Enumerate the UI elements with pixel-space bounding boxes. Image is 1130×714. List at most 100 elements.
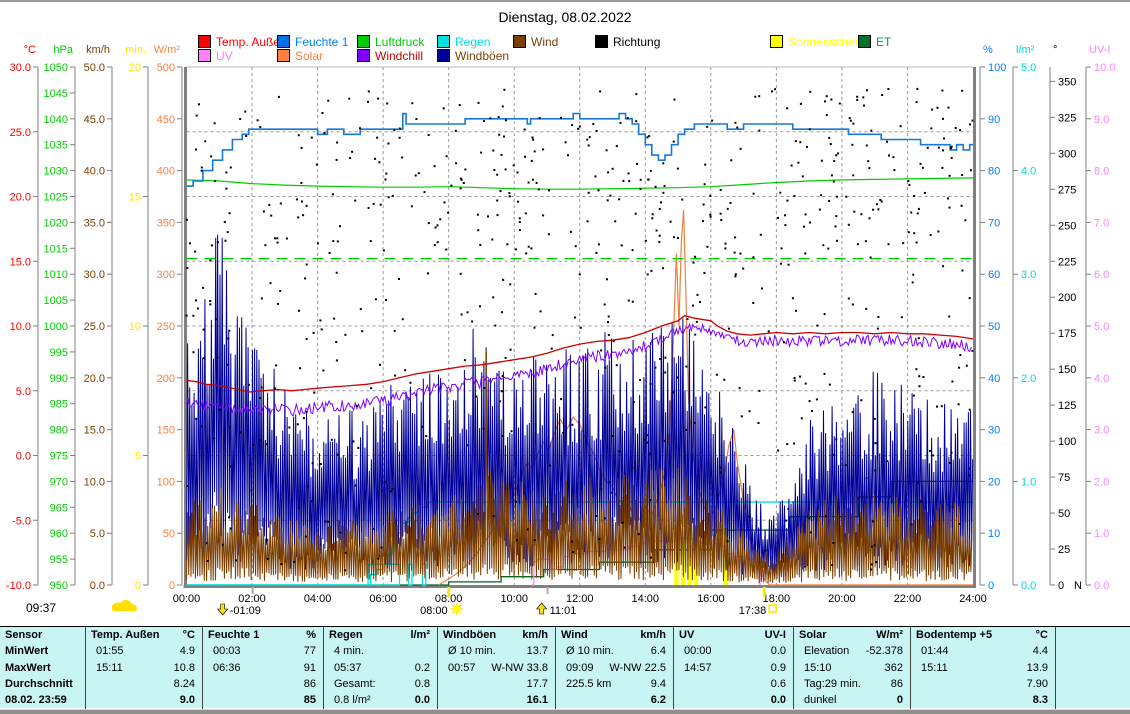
cell-value: 17.7 — [527, 676, 548, 692]
cell-label: 14:57 — [684, 660, 712, 676]
svg-text:75: 75 — [1058, 472, 1070, 484]
cell-value: 77 — [304, 643, 316, 659]
svg-text:9.0: 9.0 — [1094, 114, 1109, 126]
astro-label-sunrise: 08:00 — [420, 605, 448, 617]
cell-value: 4.4 — [1033, 643, 1048, 659]
cell-value: -52.378 — [866, 643, 903, 659]
svg-text:955: 955 — [50, 554, 68, 566]
col-name: Regen — [329, 627, 363, 643]
col-unit: °C — [1036, 627, 1048, 643]
svg-text:125: 125 — [1058, 400, 1076, 412]
svg-text:22:00: 22:00 — [894, 593, 922, 605]
cell-label: 00:00 — [684, 643, 712, 659]
cell-value: 8.3 — [1033, 692, 1048, 708]
cell-label: Gesamt: — [334, 676, 376, 692]
stats-table: SensorMinWertMaxWertDurchschnitt08.02. 2… — [0, 626, 1130, 708]
table-col-feuchte-1: Feuchte 1%00:037706:36918685 — [202, 627, 323, 709]
svg-text:1.0: 1.0 — [1094, 528, 1109, 540]
svg-text:200: 200 — [1058, 292, 1076, 304]
weather-chart: °C30.025.020.015.010.05.00.0-5.0-10.0hPa… — [0, 2, 1130, 624]
svg-text:1040: 1040 — [44, 114, 68, 126]
svg-text:1000: 1000 — [44, 321, 68, 333]
cell-value: 10.8 — [174, 660, 195, 676]
svg-text:6.0: 6.0 — [1094, 269, 1109, 281]
svg-text:14:00: 14:00 — [632, 593, 660, 605]
day-length-label: 09:37 — [26, 601, 56, 615]
col-name: Feuchte 1 — [208, 627, 259, 643]
cell-value: 16.1 — [527, 692, 548, 708]
cell-value: 13.9 — [1027, 660, 1048, 676]
col-name: Temp. Außen — [91, 627, 159, 643]
cell-value: 0.0 — [771, 692, 786, 708]
svg-text:1025: 1025 — [44, 192, 68, 204]
svg-text:02:00: 02:00 — [238, 593, 266, 605]
svg-text:400: 400 — [157, 166, 175, 178]
cell-value: 86 — [891, 676, 903, 692]
svg-text:70: 70 — [988, 217, 1000, 229]
cell-value: 85 — [304, 692, 316, 708]
svg-text:10: 10 — [129, 321, 141, 333]
svg-text:10: 10 — [988, 528, 1000, 540]
col-unit: km/h — [522, 627, 548, 643]
svg-text:30: 30 — [988, 425, 1000, 437]
table-col-regen: Regenl/m²4 min.05:370.2Gesamt:0.80.8 l/m… — [323, 627, 437, 709]
cell-value: 0 — [897, 692, 903, 708]
window-bottom-edge — [0, 709, 1130, 714]
svg-text:35.0: 35.0 — [84, 217, 105, 229]
svg-text:25.0: 25.0 — [10, 127, 31, 139]
svg-text:10:00: 10:00 — [500, 593, 528, 605]
svg-text:30.0: 30.0 — [84, 269, 105, 281]
svg-text:15.0: 15.0 — [84, 425, 105, 437]
cell-value: 91 — [304, 660, 316, 676]
x-axis-labels: 00:0002:0004:0006:0008:0010:0012:0014:00… — [173, 593, 987, 605]
svg-text:60: 60 — [988, 269, 1000, 281]
svg-text:1030: 1030 — [44, 166, 68, 178]
row-label: MaxWert — [5, 660, 51, 676]
svg-text:20: 20 — [129, 62, 141, 74]
col-unit: l/m² — [410, 627, 430, 643]
svg-text:500: 500 — [157, 62, 175, 74]
svg-text:8.0: 8.0 — [1094, 166, 1109, 178]
svg-text:3.0: 3.0 — [1094, 425, 1109, 437]
svg-text:10.0: 10.0 — [1094, 62, 1115, 74]
svg-text:4.0: 4.0 — [1094, 373, 1109, 385]
svg-text:175: 175 — [1058, 328, 1076, 340]
row-label: 08.02. 23:59 — [5, 692, 67, 708]
cell-value: 0.9 — [771, 660, 786, 676]
svg-text:275: 275 — [1058, 184, 1076, 196]
cell-value: 0.0 — [415, 692, 430, 708]
svg-text:7.0: 7.0 — [1094, 217, 1109, 229]
axis-unit-pct: % — [983, 44, 993, 56]
svg-text:950: 950 — [50, 580, 68, 592]
svg-text:2.0: 2.0 — [1094, 476, 1109, 488]
svg-text:20.0: 20.0 — [10, 192, 31, 204]
cell-value: 13.7 — [527, 643, 548, 659]
svg-text:100: 100 — [988, 62, 1006, 74]
cell-label: 01:44 — [921, 643, 949, 659]
cell-label: Elevation — [804, 643, 849, 659]
table-col-wind: Windkm/hØ 10 min.6.409:09W-NW 22.5225.5 … — [555, 627, 673, 709]
cell-label: 00:03 — [213, 643, 241, 659]
svg-text:10.0: 10.0 — [84, 476, 105, 488]
cell-label: Ø 10 min. — [448, 643, 496, 659]
svg-text:0: 0 — [988, 580, 994, 592]
astro-label-moonrise: 11:01 — [550, 605, 577, 617]
col-name: Solar — [799, 627, 827, 643]
sun-cloud-icon — [112, 600, 137, 612]
svg-text:350: 350 — [1058, 76, 1076, 88]
cell-value: 9.0 — [180, 692, 195, 708]
row-label: Durchschnitt — [5, 676, 73, 692]
axis-unit-hPa: hPa — [53, 44, 73, 56]
cell-label: dunkel — [804, 692, 836, 708]
axis-unit-min: min. — [125, 44, 146, 56]
col-unit: km/h — [640, 627, 666, 643]
axis-unit-C: °C — [24, 44, 36, 56]
svg-text:4.0: 4.0 — [1021, 166, 1036, 178]
table-col-bodentemp-5: Bodentemp +5°C01:444.415:1113.97.908.3 — [910, 627, 1055, 709]
svg-text:04:00: 04:00 — [304, 593, 332, 605]
row-label: Sensor — [5, 627, 42, 643]
cell-value: 0.8 — [415, 676, 430, 692]
col-unit: % — [306, 627, 316, 643]
cell-value: 6.2 — [651, 692, 666, 708]
col-name: Wind — [561, 627, 588, 643]
